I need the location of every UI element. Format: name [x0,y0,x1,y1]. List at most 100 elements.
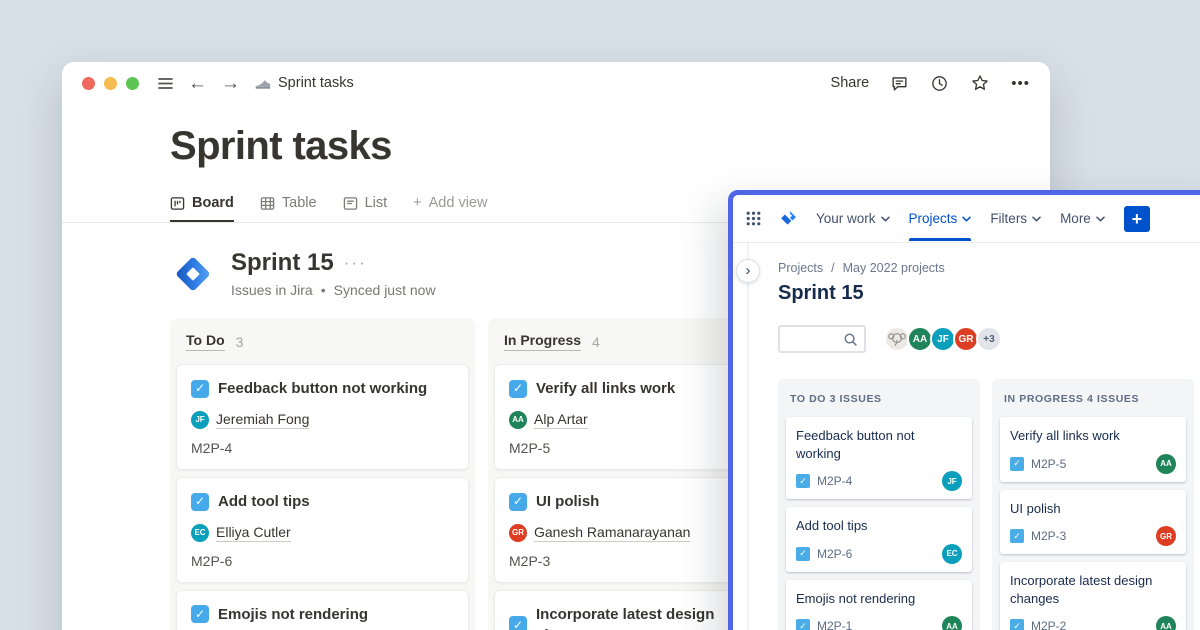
column-count: 3 [236,334,244,350]
jira-column-todo: TO DO 3 ISSUES Feedback button not worki… [778,379,980,630]
nav-filters[interactable]: Filters [990,211,1041,226]
plus-icon: + [413,195,421,211]
share-button[interactable]: Share [831,75,870,91]
chevron-down-icon [881,216,890,222]
column-header: TO DO 3 ISSUES [786,387,972,417]
issue-key[interactable]: M2P-3 [1031,529,1066,543]
jira-card[interactable]: UI polish M2P-3GR [1000,490,1186,555]
issue-key[interactable]: M2P-4 [817,474,852,488]
avatar: AA [1156,454,1176,474]
forward-icon[interactable]: → [221,74,240,93]
assignee-name[interactable]: Alp Artar [534,411,588,429]
database-source-label: Issues in Jira [231,282,313,298]
jira-card[interactable]: Incorporate latest design changes M2P-2A… [1000,562,1186,630]
task-type-icon [796,619,810,630]
more-options-icon[interactable]: ••• [1011,75,1030,92]
column-count: 4 [592,334,600,350]
search-input[interactable] [778,325,866,353]
favorite-star-icon[interactable] [970,73,990,93]
avatar: GR [509,524,527,542]
task-checkbox-icon [191,493,209,511]
jira-card[interactable]: Emojis not rendering M2P-1AA [786,580,972,630]
task-checkbox-icon [191,380,209,398]
sidebar-expand-button[interactable]: › [736,259,760,283]
issue-key[interactable]: M2P-1 [817,619,852,630]
jira-board: TO DO 3 ISSUES Feedback button not worki… [778,379,1200,630]
nav-projects[interactable]: Projects [909,211,972,226]
jira-column-in-progress: IN PROGRESS 4 ISSUES Verify all links wo… [992,379,1194,630]
sidebar-divider [747,243,749,630]
assignee-name[interactable]: Jeremiah Fong [216,411,309,429]
breadcrumb-board[interactable]: May 2022 projects [843,261,945,275]
avatar: AA [1156,616,1176,630]
task-type-icon [796,474,810,488]
tab-list[interactable]: List [343,195,388,222]
avatar: GR [1156,526,1176,546]
database-title[interactable]: Sprint 15 [231,249,334,277]
jira-logo-icon[interactable] [780,210,797,227]
task-checkbox-icon [509,493,527,511]
nav-your-work[interactable]: Your work [816,211,890,226]
breadcrumb-separator: / [831,261,834,275]
assignee-name[interactable]: Elliya Cutler [216,524,291,542]
avatar: JF [942,471,962,491]
issue-key: M2P-6 [191,553,454,569]
issue-key[interactable]: M2P-6 [817,547,852,561]
add-view-button[interactable]: + Add view [413,195,487,222]
breadcrumb: Projects / May 2022 projects [778,261,1200,275]
assignee-name[interactable]: Ganesh Ramanarayanan [534,524,690,542]
jira-diamond-icon [170,251,216,297]
issue-key: M2P-4 [191,440,454,456]
jira-card[interactable]: Add tool tips M2P-6EC [786,507,972,572]
board-view-icon [170,196,185,211]
avatar: EC [191,524,209,542]
tab-board[interactable]: Board [170,195,234,222]
board-title: Sprint 15 [778,282,1200,305]
avatar: JF [191,411,209,429]
chevron-down-icon [1032,216,1041,222]
chevron-down-icon [962,216,971,222]
issue-key[interactable]: M2P-5 [1031,457,1066,471]
table-view-icon [260,196,275,211]
sync-status: Synced just now [334,282,436,298]
zoom-window-button[interactable] [126,77,139,90]
chevron-down-icon [1096,216,1105,222]
create-button[interactable]: + [1124,206,1150,232]
notion-titlebar: ← → Sprint tasks Share ••• [62,62,1050,104]
notion-card[interactable]: Emojis not rendering AAAlp Artar [176,590,469,630]
jira-top-nav: Your work Projects Filters More + [733,195,1200,243]
breadcrumb-projects[interactable]: Projects [778,261,823,275]
sidebar-menu-icon[interactable] [157,75,174,92]
updates-clock-icon[interactable] [930,74,949,93]
notion-card[interactable]: Feedback button not working JFJeremiah F… [176,364,469,470]
column-title[interactable]: In Progress [504,332,581,351]
minimize-window-button[interactable] [104,77,117,90]
jira-card[interactable]: Feedback button not working M2P-4JF [786,417,972,499]
nav-more[interactable]: More [1060,211,1105,226]
traffic-lights [82,77,139,90]
search-icon [843,332,858,347]
task-checkbox-icon [509,616,527,630]
avatar: AA [942,616,962,630]
issue-key[interactable]: M2P-2 [1031,619,1066,630]
bullet-separator: • [321,282,326,298]
avatar-overflow-count[interactable]: +3 [976,326,1002,352]
app-switcher-icon[interactable] [746,211,761,226]
column-header: IN PROGRESS 4 ISSUES [1000,387,1186,417]
tab-table[interactable]: Table [260,195,317,222]
close-window-button[interactable] [82,77,95,90]
notion-card[interactable]: Add tool tips ECElliya Cutler M2P-6 [176,477,469,583]
window-title: Sprint tasks [278,75,354,91]
back-icon[interactable]: ← [188,74,207,93]
database-more-icon[interactable]: ··· [344,253,367,273]
jira-card[interactable]: Verify all links work M2P-5AA [1000,417,1186,482]
task-type-icon [1010,457,1024,471]
task-type-icon [1010,619,1024,630]
task-checkbox-icon [191,605,209,623]
jira-window: Your work Projects Filters More + › Proj… [728,190,1200,630]
sneaker-emoji-icon [254,76,271,91]
comments-icon[interactable] [890,74,909,93]
column-title[interactable]: To Do [186,332,225,351]
window-breadcrumb[interactable]: Sprint tasks [254,75,354,91]
list-view-icon [343,196,358,211]
